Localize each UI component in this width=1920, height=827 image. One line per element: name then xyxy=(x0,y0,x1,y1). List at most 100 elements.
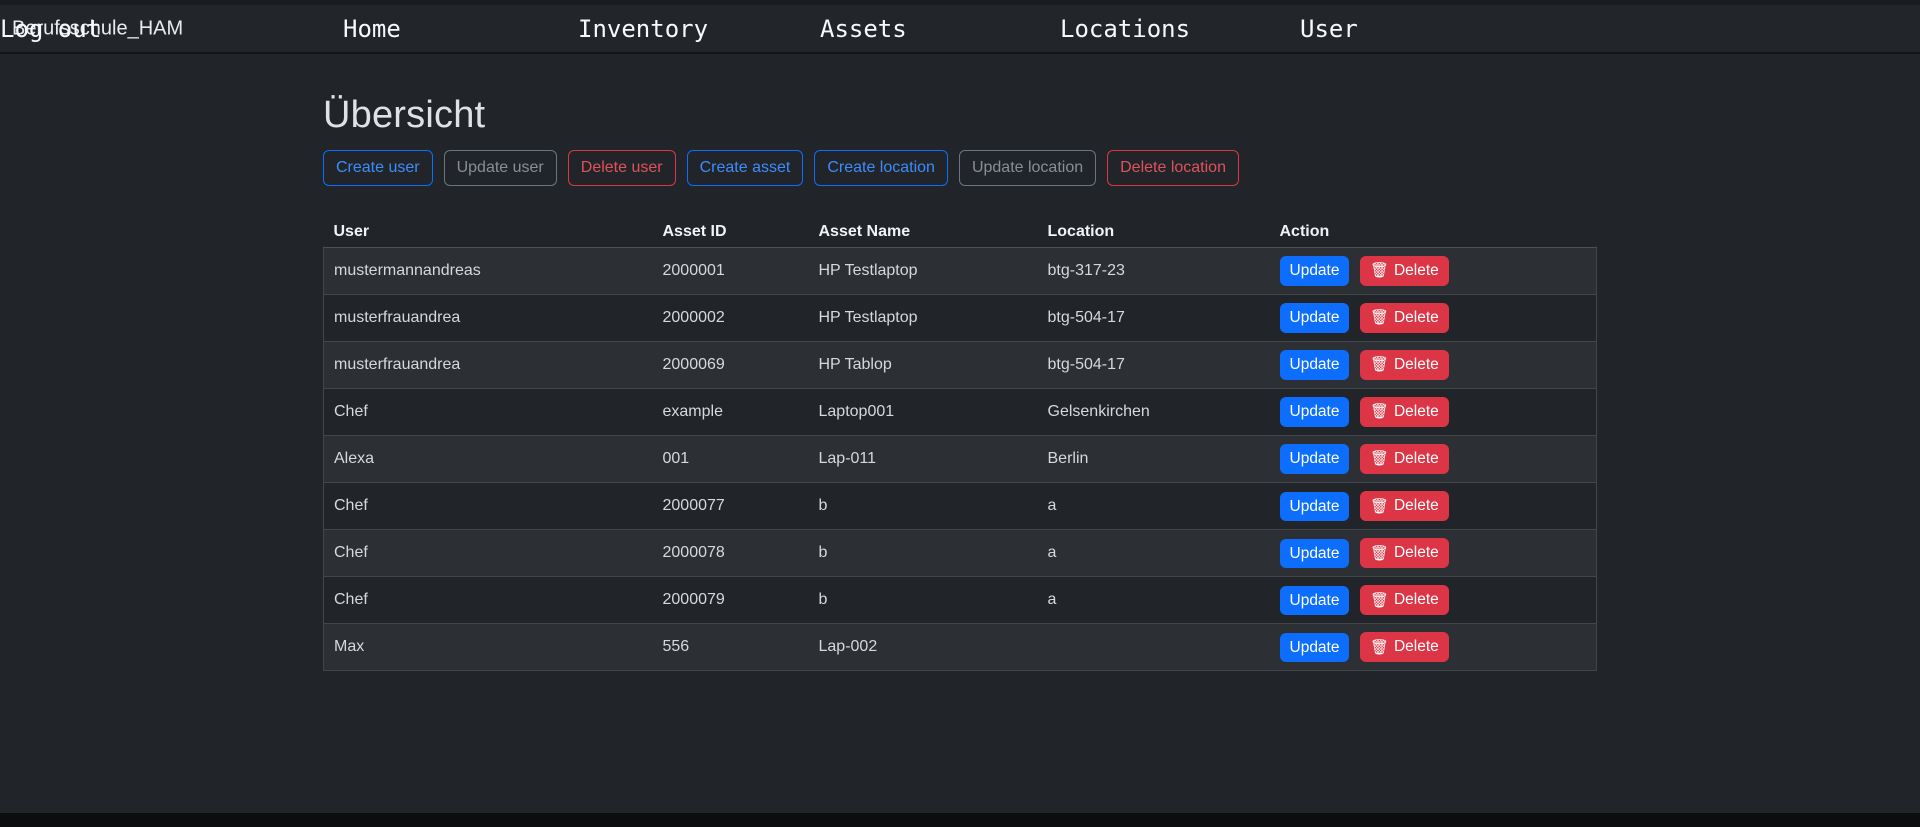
nav-link-log-out[interactable]: Log out xyxy=(0,15,101,43)
cell-user: Chef xyxy=(324,530,653,577)
cell-asset-id: 001 xyxy=(653,436,809,483)
trash-icon: 🗑 xyxy=(1370,593,1389,608)
delete-button-label: Delete xyxy=(1394,636,1439,658)
cell-asset-id: example xyxy=(653,389,809,436)
table-row: Chef example Laptop001 Gelsenkirchen Upd… xyxy=(324,389,1597,436)
page-title: Übersicht xyxy=(323,94,1596,137)
cell-user: Chef xyxy=(324,389,653,436)
column-header-asset-name: Asset Name xyxy=(809,215,1038,248)
cell-asset-id: 556 xyxy=(653,624,809,671)
window-bottom-strip xyxy=(0,813,1920,827)
delete-button[interactable]: 🗑 Delete xyxy=(1360,632,1449,662)
update-button[interactable]: Update xyxy=(1280,633,1350,663)
cell-user: mustermannandreas xyxy=(324,248,653,295)
cell-asset-name: Lap-011 xyxy=(809,436,1038,483)
column-header-action: Action xyxy=(1270,215,1597,248)
cell-action: Update 🗑 Delete xyxy=(1270,624,1597,671)
nav-link-user[interactable]: User xyxy=(1300,15,1358,43)
delete-button[interactable]: 🗑 Delete xyxy=(1360,350,1449,380)
update-user-button[interactable]: Update user xyxy=(444,150,557,186)
table-row: Chef 2000079 b a Update 🗑 Delete xyxy=(324,577,1597,624)
cell-asset-name: HP Testlaptop xyxy=(809,295,1038,342)
table-header: User Asset ID Asset Name Location Action xyxy=(324,215,1597,248)
create-user-button[interactable]: Create user xyxy=(323,150,433,186)
trash-icon: 🗑 xyxy=(1370,404,1389,419)
cell-action: Update 🗑 Delete xyxy=(1270,436,1597,483)
table-row: mustermannandreas 2000001 HP Testlaptop … xyxy=(324,248,1597,295)
update-button[interactable]: Update xyxy=(1280,350,1350,380)
cell-asset-id: 2000002 xyxy=(653,295,809,342)
table-row: musterfrauandrea 2000069 HP Tablop btg-5… xyxy=(324,342,1597,389)
update-location-button[interactable]: Update location xyxy=(959,150,1096,186)
delete-button[interactable]: 🗑 Delete xyxy=(1360,538,1449,568)
table-row: Alexa 001 Lap-011 Berlin Update 🗑 Delete xyxy=(324,436,1597,483)
delete-button-label: Delete xyxy=(1394,307,1439,329)
cell-asset-name: b xyxy=(809,483,1038,530)
delete-location-button[interactable]: Delete location xyxy=(1107,150,1239,186)
cell-location: a xyxy=(1038,577,1270,624)
cell-location: a xyxy=(1038,483,1270,530)
delete-button-label: Delete xyxy=(1394,542,1439,564)
update-button[interactable]: Update xyxy=(1280,539,1350,569)
delete-button-label: Delete xyxy=(1394,495,1439,517)
create-asset-button[interactable]: Create asset xyxy=(687,150,804,186)
create-location-button[interactable]: Create location xyxy=(814,150,948,186)
delete-button-label: Delete xyxy=(1394,260,1439,282)
delete-button[interactable]: 🗑 Delete xyxy=(1360,491,1449,521)
delete-user-button[interactable]: Delete user xyxy=(568,150,676,186)
table-row: Chef 2000078 b a Update 🗑 Delete xyxy=(324,530,1597,577)
cell-action: Update 🗑 Delete xyxy=(1270,342,1597,389)
cell-action: Update 🗑 Delete xyxy=(1270,577,1597,624)
update-button[interactable]: Update xyxy=(1280,444,1350,474)
delete-button-label: Delete xyxy=(1394,354,1439,376)
cell-user: musterfrauandrea xyxy=(324,295,653,342)
cell-asset-name: Lap-002 xyxy=(809,624,1038,671)
nav-link-locations[interactable]: Locations xyxy=(1060,15,1190,43)
delete-button[interactable]: 🗑 Delete xyxy=(1360,303,1449,333)
delete-button[interactable]: 🗑 Delete xyxy=(1360,256,1449,286)
toolbar: Create user Update user Delete user Create … xyxy=(323,150,1596,186)
column-header-user: User xyxy=(324,215,653,248)
update-button[interactable]: Update xyxy=(1280,586,1350,616)
update-button[interactable]: Update xyxy=(1280,256,1350,286)
update-button[interactable]: Update xyxy=(1280,492,1350,522)
cell-action: Update 🗑 Delete xyxy=(1270,248,1597,295)
delete-button[interactable]: 🗑 Delete xyxy=(1360,397,1449,427)
cell-user: Max xyxy=(324,624,653,671)
cell-action: Update 🗑 Delete xyxy=(1270,295,1597,342)
delete-button[interactable]: 🗑 Delete xyxy=(1360,444,1449,474)
cell-asset-id: 2000078 xyxy=(653,530,809,577)
trash-icon: 🗑 xyxy=(1370,263,1389,278)
cell-asset-name: HP Tablop xyxy=(809,342,1038,389)
delete-button-label: Delete xyxy=(1394,401,1439,423)
delete-button[interactable]: 🗑 Delete xyxy=(1360,585,1449,615)
table-body: mustermannandreas 2000001 HP Testlaptop … xyxy=(324,248,1597,671)
cell-user: musterfrauandrea xyxy=(324,342,653,389)
trash-icon: 🗑 xyxy=(1370,640,1389,655)
cell-action: Update 🗑 Delete xyxy=(1270,389,1597,436)
trash-icon: 🗑 xyxy=(1370,310,1389,325)
cell-asset-id: 2000079 xyxy=(653,577,809,624)
cell-location: Berlin xyxy=(1038,436,1270,483)
cell-location: a xyxy=(1038,530,1270,577)
cell-asset-id: 2000069 xyxy=(653,342,809,389)
cell-location: btg-317-23 xyxy=(1038,248,1270,295)
column-header-location: Location xyxy=(1038,215,1270,248)
cell-user: Chef xyxy=(324,577,653,624)
cell-location xyxy=(1038,624,1270,671)
update-button[interactable]: Update xyxy=(1280,303,1350,333)
nav-link-inventory[interactable]: Inventory xyxy=(578,15,708,43)
cell-action: Update 🗑 Delete xyxy=(1270,530,1597,577)
cell-asset-name: HP Testlaptop xyxy=(809,248,1038,295)
update-button[interactable]: Update xyxy=(1280,397,1350,427)
delete-button-label: Delete xyxy=(1394,448,1439,470)
cell-action: Update 🗑 Delete xyxy=(1270,483,1597,530)
nav-link-home[interactable]: Home xyxy=(343,15,401,43)
cell-location: Gelsenkirchen xyxy=(1038,389,1270,436)
table-row: musterfrauandrea 2000002 HP Testlaptop b… xyxy=(324,295,1597,342)
cell-user: Alexa xyxy=(324,436,653,483)
nav-link-assets[interactable]: Assets xyxy=(820,15,907,43)
table-row: Chef 2000077 b a Update 🗑 Delete xyxy=(324,483,1597,530)
delete-button-label: Delete xyxy=(1394,589,1439,611)
trash-icon: 🗑 xyxy=(1370,451,1389,466)
